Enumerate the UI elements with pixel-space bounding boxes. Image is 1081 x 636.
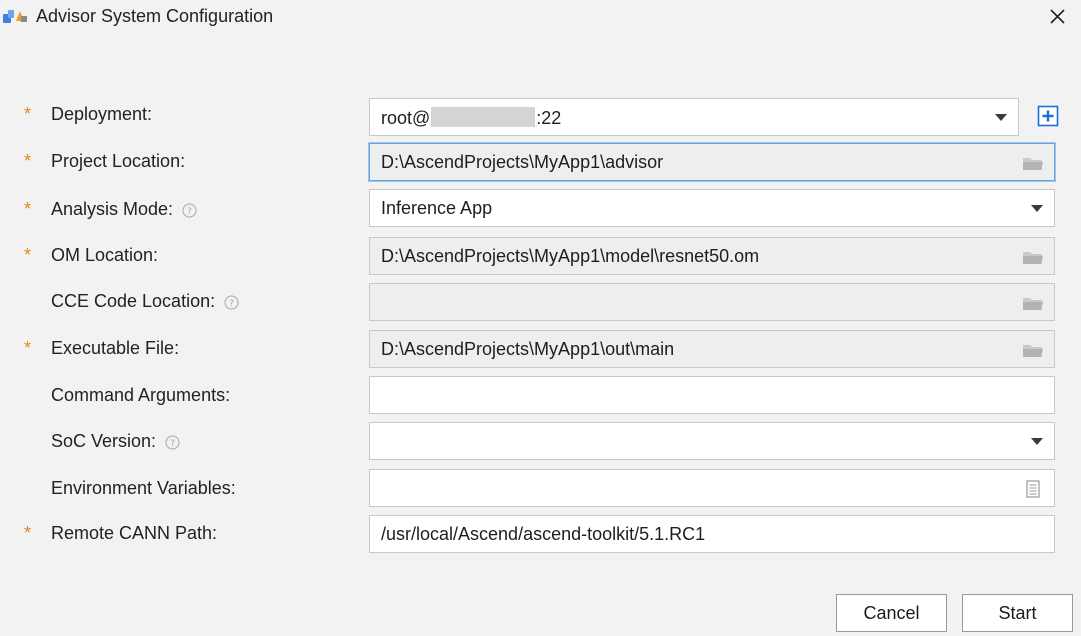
environment-variables-row: Environment Variables: [0, 469, 1081, 510]
environment-variables-label: Environment Variables: [51, 478, 236, 498]
required-marker: * [24, 199, 32, 219]
svg-text:?: ? [229, 299, 234, 309]
add-deployment-icon[interactable] [1037, 105, 1059, 127]
deployment-row: * Deployment: root@ :22 [0, 96, 1081, 136]
executable-file-label: Executable File: [51, 338, 180, 358]
deployment-label: Deployment: [51, 104, 153, 124]
required-marker: * [24, 104, 32, 124]
remote-cann-path-label: Remote CANN Path: [51, 523, 218, 543]
project-location-value: D:\AscendProjects\MyApp1\advisor [381, 152, 664, 172]
executable-file-value: D:\AscendProjects\MyApp1\out\main [381, 339, 675, 359]
folder-icon[interactable] [1022, 154, 1044, 172]
analysis-mode-row: * Analysis Mode: ? Inference App [0, 189, 1081, 231]
deployment-port: :22 [536, 108, 562, 128]
project-location-row: * Project Location: D:\AscendProjects\My… [0, 143, 1081, 183]
svg-text:?: ? [187, 207, 192, 217]
command-arguments-input[interactable] [369, 376, 1055, 414]
command-arguments-label: Command Arguments: [51, 385, 231, 405]
svg-text:?: ? [170, 439, 175, 449]
analysis-mode-label: Analysis Mode: ? [51, 199, 197, 220]
remote-cann-path-input[interactable]: /usr/local/Ascend/ascend-toolkit/5.1.RC1 [369, 515, 1055, 553]
soc-version-label: SoC Version: ? [51, 431, 180, 452]
folder-icon[interactable] [1022, 341, 1044, 359]
help-icon[interactable]: ? [165, 435, 180, 450]
analysis-mode-value: Inference App [381, 198, 493, 218]
folder-icon[interactable] [1022, 294, 1044, 312]
project-location-field[interactable]: D:\AscendProjects\MyApp1\advisor [369, 143, 1055, 181]
required-marker: * [24, 151, 32, 171]
deployment-select[interactable]: root@ :22 [369, 98, 1019, 136]
om-location-value: D:\AscendProjects\MyApp1\model\resnet50.… [381, 246, 760, 266]
cce-code-location-row: CCE Code Location: ? [0, 283, 1081, 323]
om-location-field[interactable]: D:\AscendProjects\MyApp1\model\resnet50.… [369, 237, 1055, 275]
document-list-icon[interactable] [1024, 480, 1042, 498]
remote-cann-path-value: /usr/local/Ascend/ascend-toolkit/5.1.RC1 [381, 524, 706, 544]
chevron-down-icon [995, 114, 1007, 121]
soc-version-row: SoC Version: ? [0, 422, 1081, 463]
executable-file-field[interactable]: D:\AscendProjects\MyApp1\out\main [369, 330, 1055, 368]
help-icon[interactable]: ? [182, 203, 197, 218]
app-logo-icon [3, 10, 27, 23]
cce-code-location-field[interactable] [369, 283, 1055, 321]
command-arguments-row: Command Arguments: [0, 376, 1081, 417]
start-button[interactable]: Start [962, 594, 1073, 632]
environment-variables-input[interactable] [369, 469, 1055, 507]
chevron-down-icon [1031, 205, 1043, 212]
redacted-host-mask [431, 107, 536, 127]
required-marker: * [24, 523, 32, 543]
help-icon[interactable]: ? [224, 295, 239, 310]
executable-file-row: * Executable File: D:\AscendProjects\MyA… [0, 330, 1081, 370]
om-location-label: OM Location: [51, 245, 159, 265]
cce-code-location-label: CCE Code Location: ? [51, 291, 239, 312]
deployment-user: root@ [381, 108, 431, 128]
folder-icon[interactable] [1022, 248, 1044, 266]
required-marker: * [24, 338, 32, 358]
close-icon[interactable] [1044, 5, 1070, 29]
project-location-label: Project Location: [51, 151, 186, 171]
soc-version-select[interactable] [369, 422, 1055, 460]
cancel-button[interactable]: Cancel [836, 594, 947, 632]
window-title: Advisor System Configuration [36, 6, 274, 26]
analysis-mode-select[interactable]: Inference App [369, 189, 1055, 227]
title-bar: Advisor System Configuration [0, 0, 1081, 36]
chevron-down-icon [1031, 438, 1043, 445]
required-marker: * [24, 245, 32, 265]
remote-cann-path-row: * Remote CANN Path: /usr/local/Ascend/as… [0, 515, 1081, 555]
om-location-row: * OM Location: D:\AscendProjects\MyApp1\… [0, 237, 1081, 277]
